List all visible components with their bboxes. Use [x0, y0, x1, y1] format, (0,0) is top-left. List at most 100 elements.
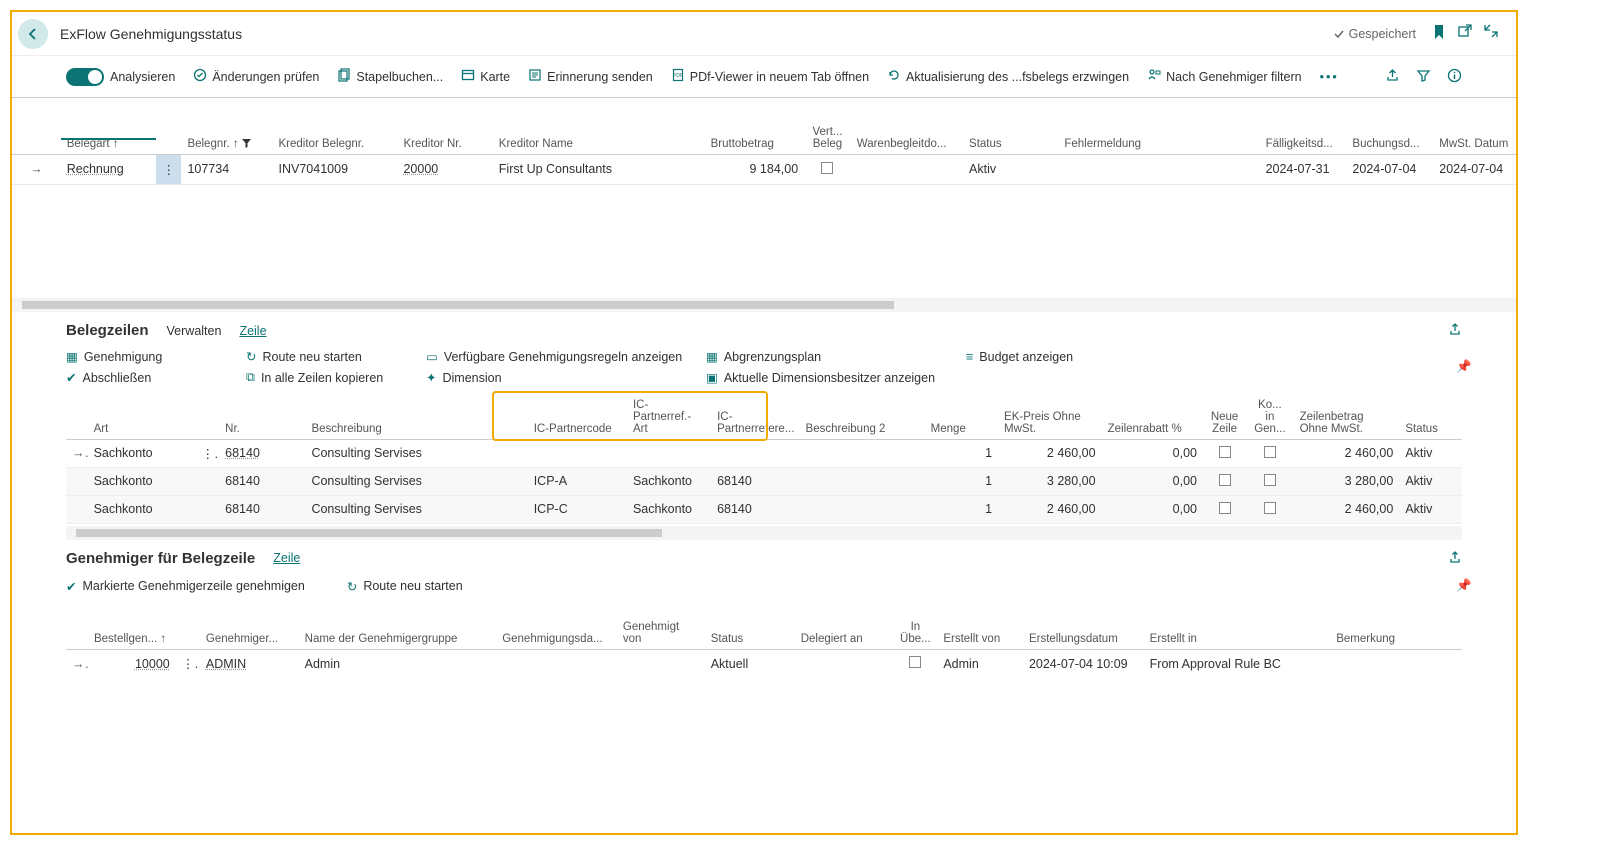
ko-in-gen-checkbox[interactable] — [1264, 502, 1276, 514]
col-fehler[interactable]: Fehlermeldung — [1058, 98, 1259, 154]
doc-row[interactable]: → Rechnung ⋮ 107734 INV7041009 20000 Fir… — [12, 154, 1516, 184]
collapse-icon[interactable] — [1484, 24, 1498, 43]
lc-ko-in-gen[interactable]: Ko... in Gen... — [1246, 391, 1293, 439]
neue-zeile-checkbox[interactable] — [1219, 474, 1231, 486]
ko-in-gen-checkbox[interactable] — [1264, 446, 1276, 458]
info-icon[interactable] — [1447, 68, 1462, 86]
approver-row[interactable]: → 10000 ⋮ ADMIN Admin Aktuell Admin 2024… — [66, 650, 1462, 678]
line-row[interactable]: → Sachkonto ⋮ 68140 Consulting Servises … — [66, 439, 1462, 467]
dimension-owner-action[interactable]: ▣Aktuelle Dimensionsbesitzer anzeigen — [706, 370, 966, 385]
dimension-icon: ✦ — [426, 370, 436, 385]
tab-verwalten[interactable]: Verwalten — [167, 324, 222, 338]
filter-icon[interactable] — [1416, 68, 1431, 86]
share-icon[interactable] — [1385, 68, 1400, 86]
reminder-button[interactable]: Erinnerung senden — [520, 64, 661, 89]
horizontal-scrollbar[interactable] — [12, 298, 1516, 312]
bestellgen-link[interactable]: 10000 — [135, 657, 170, 671]
col-vert-beleg[interactable]: Vert... Beleg — [804, 98, 851, 154]
force-update-button[interactable]: Aktualisierung des ...fsbelegs erzwingen — [879, 64, 1137, 89]
lines-horizontal-scrollbar[interactable] — [66, 526, 1462, 540]
neue-zeile-checkbox[interactable] — [1219, 502, 1231, 514]
pdf-icon: PDF — [671, 68, 685, 85]
popout-icon[interactable] — [1458, 24, 1472, 43]
lc-beschreibung2[interactable]: Beschreibung 2 — [800, 391, 925, 439]
approve-marked-action[interactable]: ✔Markierte Genehmigerzeile genehmigen — [66, 579, 305, 594]
kopieren-action[interactable]: ⧉In alle Zeilen kopieren — [246, 370, 426, 385]
bookmark-icon[interactable] — [1432, 24, 1446, 43]
ac-delegiert[interactable]: Delegiert an — [795, 602, 894, 650]
lc-status[interactable]: Status — [1399, 391, 1462, 439]
line-row-menu[interactable]: ⋮ — [195, 439, 219, 467]
lc-zeilenrabatt[interactable]: Zeilenrabatt % — [1102, 391, 1203, 439]
batch-post-button[interactable]: Stapelbuchen... — [329, 64, 451, 89]
pin-icon[interactable]: 📌 — [1456, 360, 1472, 375]
lines-share-icon[interactable] — [1448, 322, 1462, 339]
route-reset-action[interactable]: ↻Route neu starten — [246, 349, 426, 364]
ac-erstellt-in[interactable]: Erstellt in — [1144, 602, 1331, 650]
col-brutto[interactable]: Bruttobetrag — [705, 98, 805, 154]
belegart-link[interactable]: Rechnung — [67, 162, 124, 176]
genehmigung-action[interactable]: ▦Genehmigung — [66, 349, 246, 364]
budget-action[interactable]: ≡Budget anzeigen — [966, 349, 1166, 364]
card-button[interactable]: Karte — [453, 64, 518, 89]
back-button[interactable] — [18, 19, 48, 49]
col-buchung[interactable]: Buchungsd... — [1346, 98, 1433, 154]
analyze-toggle[interactable] — [66, 68, 104, 86]
ac-erstellungsdatum[interactable]: Erstellungsdatum — [1023, 602, 1144, 650]
in-ube-checkbox[interactable] — [909, 656, 921, 668]
row-menu-button[interactable]: ⋮ — [156, 154, 181, 184]
col-kreditor-name[interactable]: Kreditor Name — [493, 98, 705, 154]
check-changes-button[interactable]: Änderungen prüfen — [185, 64, 327, 89]
abschliessen-action[interactable]: ✔Abschließen — [66, 370, 246, 385]
col-waren[interactable]: Warenbegleitdo... — [851, 98, 963, 154]
route-reset-action2[interactable]: ↻Route neu starten — [347, 579, 463, 594]
more-actions-button[interactable]: ••• — [1312, 66, 1347, 88]
ac-genehmigungsda[interactable]: Genehmigungsda... — [496, 602, 617, 650]
tab-approver-zeile[interactable]: Zeile — [273, 551, 300, 565]
filter-approver-button[interactable]: Nach Genehmiger filtern — [1139, 64, 1309, 89]
col-mwst-datum[interactable]: MwSt. Datum — [1433, 98, 1516, 154]
lc-nr[interactable]: Nr. — [219, 391, 305, 439]
col-status[interactable]: Status — [963, 98, 1058, 154]
col-belegart[interactable]: Belegart ↑ — [61, 98, 156, 154]
pin-icon2[interactable]: 📌 — [1456, 579, 1472, 594]
dimension-action[interactable]: ✦Dimension — [426, 370, 706, 385]
lc-menge[interactable]: Menge — [925, 391, 998, 439]
line-row[interactable]: Sachkonto 68140 Consulting Servises ICP-… — [66, 467, 1462, 495]
lc-beschreibung[interactable]: Beschreibung — [305, 391, 527, 439]
lc-ic-partnerref-art[interactable]: IC-Partnerref.-Art — [627, 391, 711, 439]
lc-ek-preis[interactable]: EK-Preis Ohne MwSt. — [998, 391, 1102, 439]
line-row[interactable]: Sachkonto 68140 Consulting Servises ICP-… — [66, 495, 1462, 523]
pdf-viewer-button[interactable]: PDF PDf-Viewer in neuem Tab öffnen — [663, 64, 877, 89]
ac-erstellt-von[interactable]: Erstellt von — [937, 602, 1023, 650]
neue-zeile-checkbox[interactable] — [1219, 446, 1231, 458]
col-faellig[interactable]: Fälligkeitsd... — [1260, 98, 1347, 154]
batch-icon — [337, 68, 351, 85]
ac-bestellgen[interactable]: Bestellgen... ↑ — [88, 602, 176, 650]
lc-neue-zeile[interactable]: Neue Zeile — [1203, 391, 1246, 439]
approver-share-icon[interactable] — [1448, 550, 1462, 567]
lc-ic-partnercode[interactable]: IC-Partnercode — [528, 391, 627, 439]
ac-in-ube[interactable]: In Übe... — [893, 602, 937, 650]
lc-art[interactable]: Art — [88, 391, 196, 439]
ac-bemerkung[interactable]: Bemerkung — [1330, 602, 1462, 650]
approver-row-menu[interactable]: ⋮ — [176, 650, 200, 678]
ac-name[interactable]: Name der Genehmigergruppe — [299, 602, 497, 650]
ac-genehmiger[interactable]: Genehmiger... — [200, 602, 299, 650]
lc-zeilenbetrag[interactable]: Zeilenbetrag Ohne MwSt. — [1294, 391, 1400, 439]
lc-ic-partnerrefere[interactable]: IC-Partnerrefere... — [711, 391, 799, 439]
tab-zeile[interactable]: Zeile — [239, 324, 266, 338]
ko-in-gen-checkbox[interactable] — [1264, 474, 1276, 486]
calendar-icon: ▦ — [706, 349, 718, 364]
vert-beleg-checkbox[interactable] — [821, 162, 833, 174]
col-kreditor-belegnr[interactable]: Kreditor Belegnr. — [273, 98, 398, 154]
ac-status[interactable]: Status — [705, 602, 795, 650]
col-kreditor-nr[interactable]: Kreditor Nr. — [397, 98, 492, 154]
genehmiger-link[interactable]: ADMIN — [206, 657, 246, 671]
abgrenzung-action[interactable]: ▦Abgrenzungsplan — [706, 349, 966, 364]
kreditor-nr-link[interactable]: 20000 — [403, 162, 438, 176]
regeln-action[interactable]: ▭Verfügbare Genehmigungsregeln anzeigen — [426, 349, 706, 364]
line-nr-link[interactable]: 68140 — [225, 446, 260, 460]
col-belegnr[interactable]: Belegnr. ↑ — [181, 98, 272, 154]
ac-genehmigt-von[interactable]: Genehmigt von — [617, 602, 705, 650]
